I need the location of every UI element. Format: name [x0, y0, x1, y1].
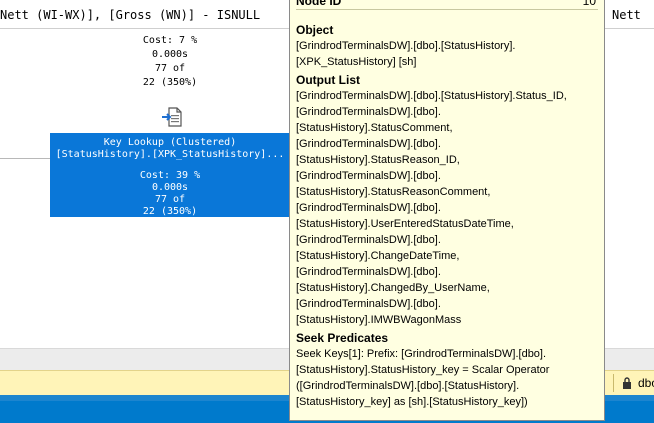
node-rows-estimated: 22 (350%): [142, 206, 198, 217]
seek-predicates-heading: Seek Predicates: [296, 331, 389, 345]
output-line: [GrindrodTerminalsDW].[dbo].: [296, 266, 441, 278]
seek-line: [StatusHistory_key] as [sh].[StatusHisto…: [296, 396, 528, 408]
output-line: [StatusHistory].StatusReasonComment,: [296, 186, 491, 198]
operator-tooltip: Node ID 10 Object [GrindrodTerminalsDW].…: [289, 0, 605, 421]
node-object: [StatusHistory].[XPK_StatusHistory]...: [55, 149, 285, 160]
key-lookup-icon[interactable]: [161, 106, 183, 128]
output-line: [GrindrodTerminalsDW].[dbo].[StatusHisto…: [296, 90, 567, 102]
expression-text-left: Nett (WI-WX)], [Gross (WN)] - ISNULL: [0, 8, 261, 22]
object-heading: Object: [296, 23, 334, 37]
tooltip-header: Node ID 10: [296, 0, 598, 10]
seek-line: [StatusHistory].StatusHistory_key = Scal…: [296, 364, 550, 376]
node-cost: Cost: 39 %: [139, 170, 201, 181]
node-title: Key Lookup (Clustered): [103, 137, 237, 148]
node-time: 0.000s: [151, 182, 189, 193]
object-line: [GrindrodTerminalsDW].[dbo].[StatusHisto…: [296, 40, 516, 52]
database-label: dbo: [638, 376, 654, 390]
output-line: [GrindrodTerminalsDW].[dbo].: [296, 298, 441, 310]
output-line: [StatusHistory].UserEnteredStatusDateTim…: [296, 218, 514, 230]
seek-line: ([GrindrodTerminalsDW].[dbo].[StatusHist…: [296, 380, 520, 392]
output-line: [GrindrodTerminalsDW].[dbo].: [296, 170, 441, 182]
output-line: [GrindrodTerminalsDW].[dbo].: [296, 202, 441, 214]
output-list-heading: Output List: [296, 73, 360, 87]
output-line: [GrindrodTerminalsDW].[dbo].: [296, 138, 441, 150]
object-line: [XPK_StatusHistory] [sh]: [296, 56, 417, 68]
upper-node-rows-actual: 77 of: [154, 63, 186, 74]
expression-text-right: Nett: [612, 8, 641, 22]
output-line: [StatusHistory].StatusComment,: [296, 122, 453, 134]
output-line: [StatusHistory].ChangedBy_UserName,: [296, 282, 490, 294]
node-id-value: 10: [582, 0, 596, 8]
output-line: [GrindrodTerminalsDW].[dbo].: [296, 234, 441, 246]
connector-line: [0, 158, 50, 159]
node-rows-actual: 77 of: [154, 194, 186, 205]
output-line: [StatusHistory].IMWBWagonMass: [296, 314, 462, 326]
upper-node-time: 0.000s: [151, 49, 189, 60]
upper-node-rows-estimated: 22 (350%): [142, 77, 198, 88]
node-id-label: Node ID: [296, 0, 342, 8]
lock-icon: [623, 377, 631, 389]
output-line: [StatusHistory].ChangeDateTime,: [296, 250, 460, 262]
key-lookup-node[interactable]: Key Lookup (Clustered) [StatusHistory].[…: [50, 133, 290, 217]
upper-node-cost: Cost: 7 %: [142, 35, 198, 46]
info-bar-separator: [613, 374, 614, 392]
upper-node-stats[interactable]: Cost: 7 % 0.000s 77 of 22 (350%): [110, 34, 230, 90]
output-line: [StatusHistory].StatusReason_ID,: [296, 154, 460, 166]
output-line: [GrindrodTerminalsDW].[dbo].: [296, 106, 441, 118]
seek-line: Seek Keys[1]: Prefix: [GrindrodTerminals…: [296, 348, 547, 360]
